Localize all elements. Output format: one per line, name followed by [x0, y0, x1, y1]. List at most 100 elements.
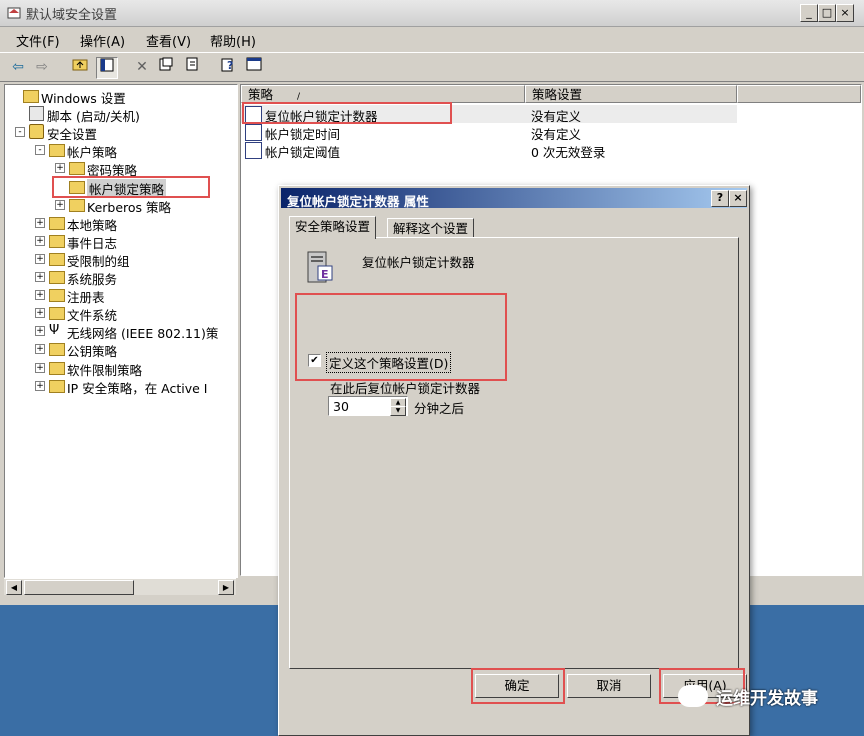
- menu-action[interactable]: 操作(A): [80, 31, 125, 50]
- dialog-help-button[interactable]: ?: [711, 190, 729, 207]
- spin-down-button[interactable]: ▼: [390, 406, 406, 416]
- dialog-close-button[interactable]: ×: [729, 190, 747, 207]
- expand-icon[interactable]: +: [55, 163, 65, 174]
- folder-icon: [49, 252, 65, 266]
- policy-value: 0 次无效登录: [531, 145, 606, 160]
- maximize-button[interactable]: □: [818, 4, 836, 22]
- folder-icon: [49, 343, 65, 357]
- watermark-text: 运维开发故事: [716, 689, 818, 709]
- tree-item-label: 无线网络 (IEEE 802.11)策: [67, 326, 219, 342]
- expand-icon[interactable]: +: [35, 380, 45, 391]
- policy-icon: [245, 142, 262, 159]
- highlight-box-policy-row: [242, 102, 452, 124]
- show-tree-icon[interactable]: [96, 57, 118, 79]
- menu-view[interactable]: 查看(V): [146, 31, 191, 50]
- folder-icon: [69, 162, 85, 176]
- window-titlebar[interactable]: 默认域安全设置 _ □ ×: [0, 0, 864, 27]
- table-row[interactable]: 帐户锁定时间 没有定义: [241, 123, 861, 142]
- expand-icon[interactable]: +: [55, 199, 65, 210]
- dialog-titlebar[interactable]: 复位帐户锁定计数器 属性 ? ×: [281, 188, 747, 209]
- tree-item-label: 系统服务: [67, 272, 118, 287]
- tree-item-label: 帐户策略: [67, 145, 118, 161]
- reset-minutes-stepper[interactable]: 30 ▲ ▼: [328, 396, 408, 416]
- reset-minutes-value: 30: [333, 399, 349, 414]
- table-row[interactable]: 帐户锁定阈值 0 次无效登录: [241, 141, 861, 160]
- tree-item-label: 注册表: [67, 290, 105, 306]
- tree-item-label: 受限制的组: [67, 253, 130, 269]
- svg-text:?: ?: [227, 59, 233, 72]
- tree-item-label: 文件系统: [67, 308, 118, 324]
- forward-arrow-icon[interactable]: ⇨: [32, 57, 52, 77]
- tree-item-label: 软件限制策略: [67, 362, 143, 378]
- refresh-icon[interactable]: [182, 57, 202, 77]
- menubar: 文件(F) 操作(A) 查看(V) 帮助(H): [0, 28, 864, 50]
- tree-item-label: 本地策略: [67, 217, 118, 233]
- folder-icon: [49, 361, 65, 375]
- highlight-box-setting: [295, 293, 507, 381]
- folder-icon: [49, 271, 65, 284]
- expand-icon[interactable]: +: [35, 344, 45, 355]
- tab-security-policy[interactable]: 安全策略设置: [289, 216, 377, 239]
- folder-icon: [49, 216, 65, 230]
- dialog-title: 复位帐户锁定计数器 属性: [287, 194, 429, 209]
- toolbar: ⇦ ⇨ ✕ ?: [0, 52, 864, 82]
- expand-icon[interactable]: +: [35, 362, 45, 373]
- policy-name-label: 复位帐户锁定计数器: [362, 255, 475, 270]
- close-button[interactable]: ×: [836, 4, 854, 22]
- policy-name: 帐户锁定阈值: [265, 145, 341, 160]
- tree-pane[interactable]: Windows 设置 脚本 (启动/关机) - 安全设置 - 帐户策略 + 密码策略 帐户锁定策…: [4, 84, 238, 578]
- delete-icon[interactable]: ✕: [132, 57, 152, 77]
- up-folder-icon[interactable]: [70, 57, 90, 77]
- tree-item-label: Windows 设置: [41, 91, 126, 106]
- expand-icon[interactable]: +: [35, 308, 45, 319]
- expand-icon[interactable]: +: [35, 272, 45, 282]
- column-header-empty: [737, 85, 861, 103]
- column-header-setting[interactable]: 策略设置: [525, 85, 737, 103]
- policy-icon: [245, 124, 262, 141]
- security-icon: [29, 124, 44, 140]
- folder-icon: [49, 234, 65, 248]
- expand-icon[interactable]: +: [35, 326, 45, 337]
- column-header-policy[interactable]: 策略 /: [241, 85, 525, 103]
- tab-explain[interactable]: 解释这个设置: [387, 218, 475, 238]
- folder-icon: [23, 90, 39, 103]
- sort-arrow-icon: /: [297, 92, 301, 102]
- expand-icon[interactable]: +: [35, 235, 45, 246]
- folder-icon: [49, 379, 65, 393]
- folder-icon: [49, 289, 65, 303]
- properties-dialog: 复位帐户锁定计数器 属性 ? × 安全策略设置 解释这个设置 E 复位帐户锁定计…: [278, 185, 750, 736]
- wechat-logo-icon: [678, 685, 708, 707]
- collapse-icon[interactable]: -: [15, 127, 25, 138]
- collapse-icon[interactable]: -: [35, 145, 45, 156]
- app-icon: [7, 7, 21, 19]
- folder-icon: [69, 198, 85, 212]
- script-icon: [29, 106, 44, 122]
- tree-item-label: Kerberos 策略: [87, 199, 172, 215]
- svg-text:E: E: [321, 268, 329, 281]
- column-header-policy-label: 策略: [248, 87, 274, 102]
- minimize-button[interactable]: _: [800, 4, 818, 22]
- properties-icon[interactable]: [156, 57, 176, 77]
- tree-item-label: 脚本 (启动/关机): [47, 109, 140, 125]
- help-icon[interactable]: ?: [218, 57, 238, 77]
- tree-item-label: 公钥策略: [67, 344, 118, 360]
- menu-file[interactable]: 文件(F): [16, 31, 60, 50]
- policy-server-icon: E: [307, 251, 333, 283]
- window-title: 默认域安全设置: [26, 8, 118, 23]
- menu-help[interactable]: 帮助(H): [210, 31, 256, 50]
- console-icon[interactable]: [244, 57, 264, 77]
- highlight-box-ok: [471, 668, 565, 704]
- back-arrow-icon[interactable]: ⇦: [8, 57, 28, 77]
- expand-icon[interactable]: +: [35, 217, 45, 228]
- highlight-box-tree-item: [52, 176, 210, 198]
- cancel-button[interactable]: 取消: [567, 674, 651, 698]
- minutes-unit-label: 分钟之后: [414, 401, 465, 416]
- folder-icon: [49, 144, 65, 158]
- tree-item-label: IP 安全策略，在 Active I: [67, 380, 208, 396]
- antenna-icon: Ψ: [49, 323, 60, 339]
- folder-icon: [49, 307, 65, 321]
- tree-item-label: 安全设置: [47, 127, 98, 143]
- tree-item-label: 事件日志: [67, 235, 118, 251]
- expand-icon[interactable]: +: [35, 253, 45, 264]
- expand-icon[interactable]: +: [35, 290, 45, 301]
